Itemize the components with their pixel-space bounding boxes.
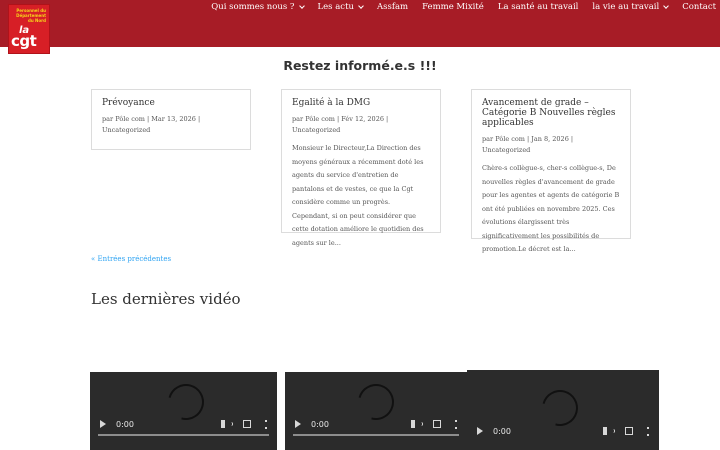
post-excerpt: Chère-s collègue-s, cher-s collègue-s, D… — [482, 164, 620, 253]
volume-icon[interactable] — [411, 420, 423, 428]
nav-item-label: Femme Mixité — [422, 2, 484, 12]
video-time: 0:00 — [116, 419, 134, 429]
post-excerpt: Monsieur le Directeur,La Direction des m… — [292, 144, 424, 247]
logo-brand-text: cgt — [11, 32, 37, 50]
fullscreen-icon[interactable] — [433, 420, 441, 428]
video-controls: 0:00 — [467, 416, 659, 446]
post-title[interactable]: Avancement de grade – Catégorie B Nouvel… — [482, 98, 620, 128]
post-author-link[interactable]: Pôle com — [305, 115, 335, 123]
videos-section-title: Les dernières vidéo — [91, 290, 241, 308]
nav-item-label: Contact — [682, 2, 716, 12]
play-icon[interactable] — [477, 427, 483, 435]
video-player[interactable]: 0:00 — [285, 372, 467, 450]
post-date: Jan 8, 2026 — [531, 135, 569, 143]
video-time: 0:00 — [311, 419, 329, 429]
nav-item-label: Les actu — [317, 2, 354, 12]
play-icon[interactable] — [295, 420, 301, 428]
video-progress-bar[interactable] — [98, 434, 269, 436]
nav-item-assfam[interactable]: Assfam — [377, 2, 408, 12]
chevron-down-icon — [358, 3, 364, 9]
site-header: Personnel du Département du Nord la cgt … — [0, 0, 720, 54]
post-card: Egalité à la DMG par Pôle com | Fév 12, … — [281, 89, 441, 247]
section-title: Restez informé.e.s !!! — [283, 58, 437, 73]
post-category-link[interactable]: Uncategorized — [292, 126, 340, 134]
video-progress-bar[interactable] — [293, 434, 459, 436]
nav-item-vie-au-travail[interactable]: la vie au travail — [592, 2, 670, 12]
post-meta: par Pôle com | Fév 12, 2026 | Uncategori… — [292, 115, 389, 134]
post-card: Prévoyance par Pôle com | Mar 13, 2026 |… — [91, 89, 251, 150]
site-logo[interactable]: Personnel du Département du Nord la cgt — [8, 4, 50, 54]
nav-item-contact[interactable]: Contact — [682, 2, 716, 12]
nav-item-qui-sommes-nous[interactable]: Qui sommes nous ? — [211, 2, 305, 12]
chevron-down-icon — [298, 3, 305, 9]
nav-item-sante-au-travail[interactable]: La santé au travail — [498, 2, 579, 12]
nav-item-label: Qui sommes nous ? — [211, 2, 295, 12]
main-nav: Qui sommes nous ? Les actu Assfam Femme … — [211, 0, 716, 14]
play-icon[interactable] — [100, 420, 106, 428]
nav-item-label: la vie au travail — [592, 2, 660, 12]
fullscreen-icon[interactable] — [243, 420, 251, 428]
previous-entries-link[interactable]: « Entrées précédentes — [91, 255, 171, 263]
volume-icon[interactable] — [603, 427, 615, 435]
volume-icon[interactable] — [221, 420, 233, 428]
post-category-link[interactable]: Uncategorized — [102, 126, 150, 134]
nav-item-label: La santé au travail — [497, 2, 579, 12]
video-player[interactable]: 0:00 — [467, 370, 659, 450]
chevron-down-icon — [663, 3, 670, 9]
post-meta: par Pôle com | Jan 8, 2026 | Uncategoriz… — [482, 135, 574, 154]
nav-item-les-actu[interactable]: Les actu — [317, 2, 364, 12]
fullscreen-icon[interactable] — [625, 427, 633, 435]
post-author-link[interactable]: Pôle com — [115, 115, 145, 123]
post-card: Avancement de grade – Catégorie B Nouvel… — [471, 89, 631, 253]
video-player[interactable]: 0:00 — [90, 372, 277, 450]
logo-org-text: Personnel du Département du Nord — [16, 8, 46, 23]
nav-item-femme-mixite[interactable]: Femme Mixité — [422, 2, 484, 12]
more-options-icon[interactable] — [265, 419, 267, 429]
video-time: 0:00 — [493, 426, 511, 436]
post-meta: par Pôle com | Mar 13, 2026 | Uncategori… — [102, 115, 201, 134]
post-date: Mar 13, 2026 — [151, 115, 196, 123]
nav-item-label: Assfam — [376, 2, 409, 12]
post-title[interactable]: Egalité à la DMG — [292, 98, 430, 108]
more-options-icon[interactable] — [455, 419, 457, 429]
post-title[interactable]: Prévoyance — [102, 98, 240, 108]
post-date: Fév 12, 2026 — [341, 115, 384, 123]
post-author-link[interactable]: Pôle com — [495, 135, 525, 143]
more-options-icon[interactable] — [647, 426, 649, 436]
post-category-link[interactable]: Uncategorized — [482, 146, 530, 154]
